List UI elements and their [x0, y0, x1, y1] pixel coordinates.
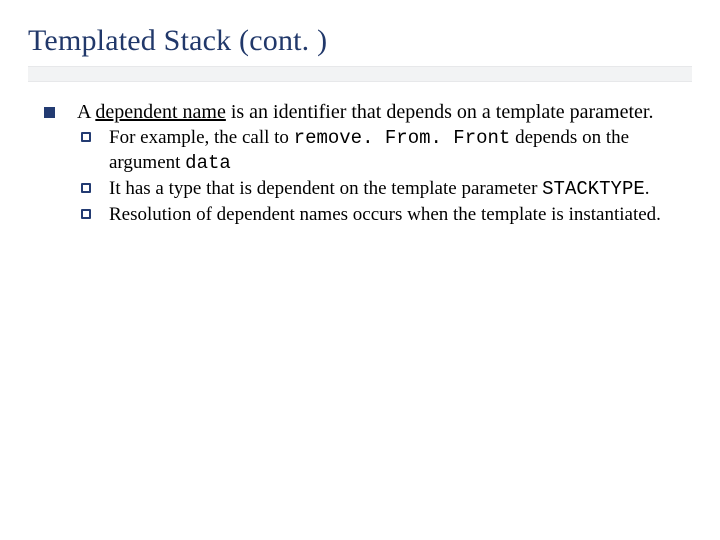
square-bullet-icon [44, 107, 55, 118]
level2-item: It has a type that is dependent on the t… [81, 177, 684, 201]
level1-item: A dependent name is an identifier that d… [44, 100, 684, 226]
defined-term: dependent name [95, 101, 226, 123]
level2-text: For example, the call to remove. From. F… [109, 126, 684, 174]
text-fragment: is an identifier that depends on a templ… [226, 101, 654, 123]
level2-text: It has a type that is dependent on the t… [109, 177, 684, 201]
body: A dependent name is an identifier that d… [28, 100, 692, 226]
hollow-bullet-icon [81, 132, 91, 142]
text-fragment: Resolution of dependent names occurs whe… [109, 204, 661, 225]
code-span: remove. From. Front [294, 127, 511, 149]
text-fragment: A [77, 101, 95, 123]
slide: Templated Stack (cont. ) A dependent nam… [0, 0, 720, 540]
hollow-bullet-icon [81, 209, 91, 219]
hollow-bullet-icon [81, 183, 91, 193]
text-fragment: . [645, 178, 650, 199]
code-span: STACKTYPE [542, 178, 645, 200]
text-fragment: It has a type that is dependent on the t… [109, 178, 542, 199]
level2-item: For example, the call to remove. From. F… [81, 126, 684, 174]
text-fragment: For example, the call to [109, 127, 294, 148]
title-divider [28, 66, 692, 82]
level2-text: Resolution of dependent names occurs whe… [109, 203, 684, 226]
code-span: data [185, 152, 231, 174]
level1-text: A dependent name is an identifier that d… [77, 100, 684, 226]
level2-item: Resolution of dependent names occurs whe… [81, 203, 684, 226]
slide-title: Templated Stack (cont. ) [28, 24, 692, 58]
sublist: For example, the call to remove. From. F… [77, 126, 684, 226]
